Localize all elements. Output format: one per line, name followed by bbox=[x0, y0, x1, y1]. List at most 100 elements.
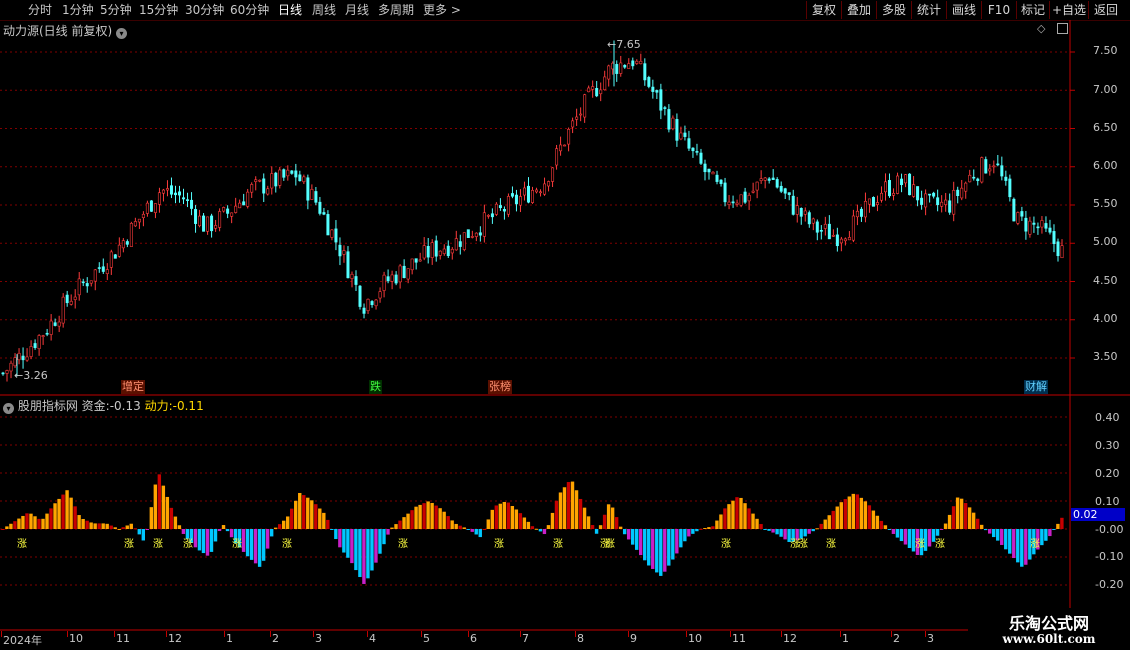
candle-body bbox=[1036, 226, 1040, 229]
candle-body bbox=[603, 76, 607, 91]
y-tick-label: 4.50 bbox=[1093, 274, 1118, 287]
diamond-icon[interactable]: ◇ bbox=[1037, 22, 1045, 35]
candle-body bbox=[290, 170, 294, 174]
candle-body bbox=[262, 178, 266, 194]
fund-bar-positive bbox=[879, 520, 884, 529]
fund-bar-positive bbox=[29, 513, 33, 529]
fund-bar-negative bbox=[687, 529, 691, 537]
time-label: 12 bbox=[168, 632, 182, 645]
fund-bar-negative bbox=[807, 529, 811, 534]
fund-bar-negative bbox=[907, 529, 912, 549]
candle-body bbox=[571, 120, 575, 128]
fund-bar-positive bbox=[1056, 523, 1060, 529]
fund-bar-negative bbox=[987, 529, 992, 534]
candle-body bbox=[502, 208, 506, 212]
candle-body bbox=[867, 198, 871, 205]
fund-bar-positive bbox=[406, 513, 410, 529]
fund-bar-positive bbox=[550, 512, 555, 529]
candle-body bbox=[382, 274, 386, 291]
fund-bar-negative bbox=[386, 529, 390, 535]
fund-bar-positive bbox=[85, 520, 89, 529]
fund-bar-positive bbox=[322, 512, 326, 529]
candle-body bbox=[182, 197, 186, 200]
fund-bar-positive bbox=[747, 508, 751, 529]
candle-body bbox=[418, 259, 422, 262]
candle-body bbox=[952, 190, 956, 215]
candle-body bbox=[77, 278, 81, 296]
event-marker[interactable]: 财解 bbox=[1024, 380, 1048, 394]
fund-bar-negative bbox=[374, 529, 378, 563]
fund-bar-positive bbox=[438, 508, 442, 529]
fund-bar-positive bbox=[442, 511, 446, 529]
candle-body bbox=[916, 186, 920, 201]
time-tick bbox=[166, 631, 167, 637]
fund-bar-negative bbox=[1052, 529, 1056, 530]
fund-bar-positive bbox=[458, 525, 462, 529]
time-label: 3 bbox=[315, 632, 322, 645]
candle-body bbox=[494, 203, 498, 215]
candle-body bbox=[13, 357, 17, 367]
fund-bar-negative bbox=[783, 529, 787, 540]
fund-bar-positive bbox=[510, 506, 515, 529]
fund-bar-positive bbox=[273, 527, 278, 529]
fund-bar-positive bbox=[863, 501, 868, 529]
candle-body bbox=[691, 147, 695, 152]
candle-body bbox=[555, 148, 559, 166]
candle-body bbox=[57, 321, 61, 327]
fund-bar-negative bbox=[334, 529, 338, 540]
ind-y-tick-label: 0.20 bbox=[1095, 467, 1120, 480]
candle-body bbox=[575, 116, 579, 120]
indicator-dropdown-icon[interactable]: ▾ bbox=[3, 403, 14, 414]
candle-body bbox=[214, 225, 218, 229]
fund-bar-positive bbox=[9, 523, 13, 529]
candle-body bbox=[583, 94, 587, 118]
fund-bar-positive bbox=[61, 494, 65, 529]
fund-bar-positive bbox=[1060, 517, 1064, 529]
candle-body bbox=[723, 182, 727, 203]
fund-bar-positive bbox=[883, 525, 888, 529]
candle-body bbox=[490, 213, 494, 218]
candle-body bbox=[366, 298, 370, 312]
candle-body bbox=[663, 107, 667, 109]
candle-body bbox=[398, 265, 402, 283]
ind-y-tick-label: -0.10 bbox=[1095, 550, 1124, 563]
candle-body bbox=[551, 167, 555, 182]
candle-body bbox=[302, 176, 306, 183]
dongli-label: 动力: bbox=[144, 399, 173, 413]
chart-canvas[interactable] bbox=[0, 0, 1130, 650]
candle-body bbox=[414, 258, 418, 263]
time-label: 1 bbox=[226, 632, 233, 645]
event-marker[interactable]: 张榜 bbox=[488, 380, 512, 394]
fund-bar-positive bbox=[402, 517, 406, 529]
candle-body bbox=[206, 216, 210, 232]
fund-bar-positive bbox=[839, 502, 843, 529]
candle-body bbox=[563, 144, 567, 147]
fund-bar-negative bbox=[245, 529, 250, 557]
fund-bar-positive bbox=[133, 528, 137, 530]
zhang-signal: 涨 bbox=[153, 539, 163, 550]
fund-bar-positive bbox=[618, 526, 623, 529]
fund-bar-negative bbox=[201, 529, 206, 554]
panel-toggle-icon[interactable] bbox=[1057, 23, 1068, 34]
event-marker[interactable]: 跌 bbox=[369, 380, 382, 394]
fund-bar-negative bbox=[241, 529, 246, 552]
candle-body bbox=[186, 199, 190, 201]
zhang-signal: 涨 bbox=[232, 539, 242, 550]
fund-bar-positive bbox=[823, 519, 827, 529]
fund-bar-negative bbox=[891, 529, 896, 534]
dropdown-icon[interactable]: ▾ bbox=[116, 28, 128, 39]
candle-body bbox=[53, 322, 57, 326]
candle-body bbox=[129, 223, 133, 247]
fund-bar-negative bbox=[378, 529, 382, 554]
candle-body bbox=[851, 215, 855, 241]
time-label: 2024年 bbox=[3, 634, 42, 647]
fund-bar-positive bbox=[294, 500, 298, 529]
candle-body bbox=[587, 87, 591, 93]
fund-bar-positive bbox=[586, 516, 591, 529]
fund-bar-positive bbox=[486, 519, 490, 529]
candle-body bbox=[274, 172, 278, 187]
candle-body bbox=[226, 208, 230, 214]
candle-body bbox=[948, 200, 952, 213]
candle-body bbox=[178, 191, 182, 196]
event-marker[interactable]: 增定 bbox=[121, 380, 145, 394]
